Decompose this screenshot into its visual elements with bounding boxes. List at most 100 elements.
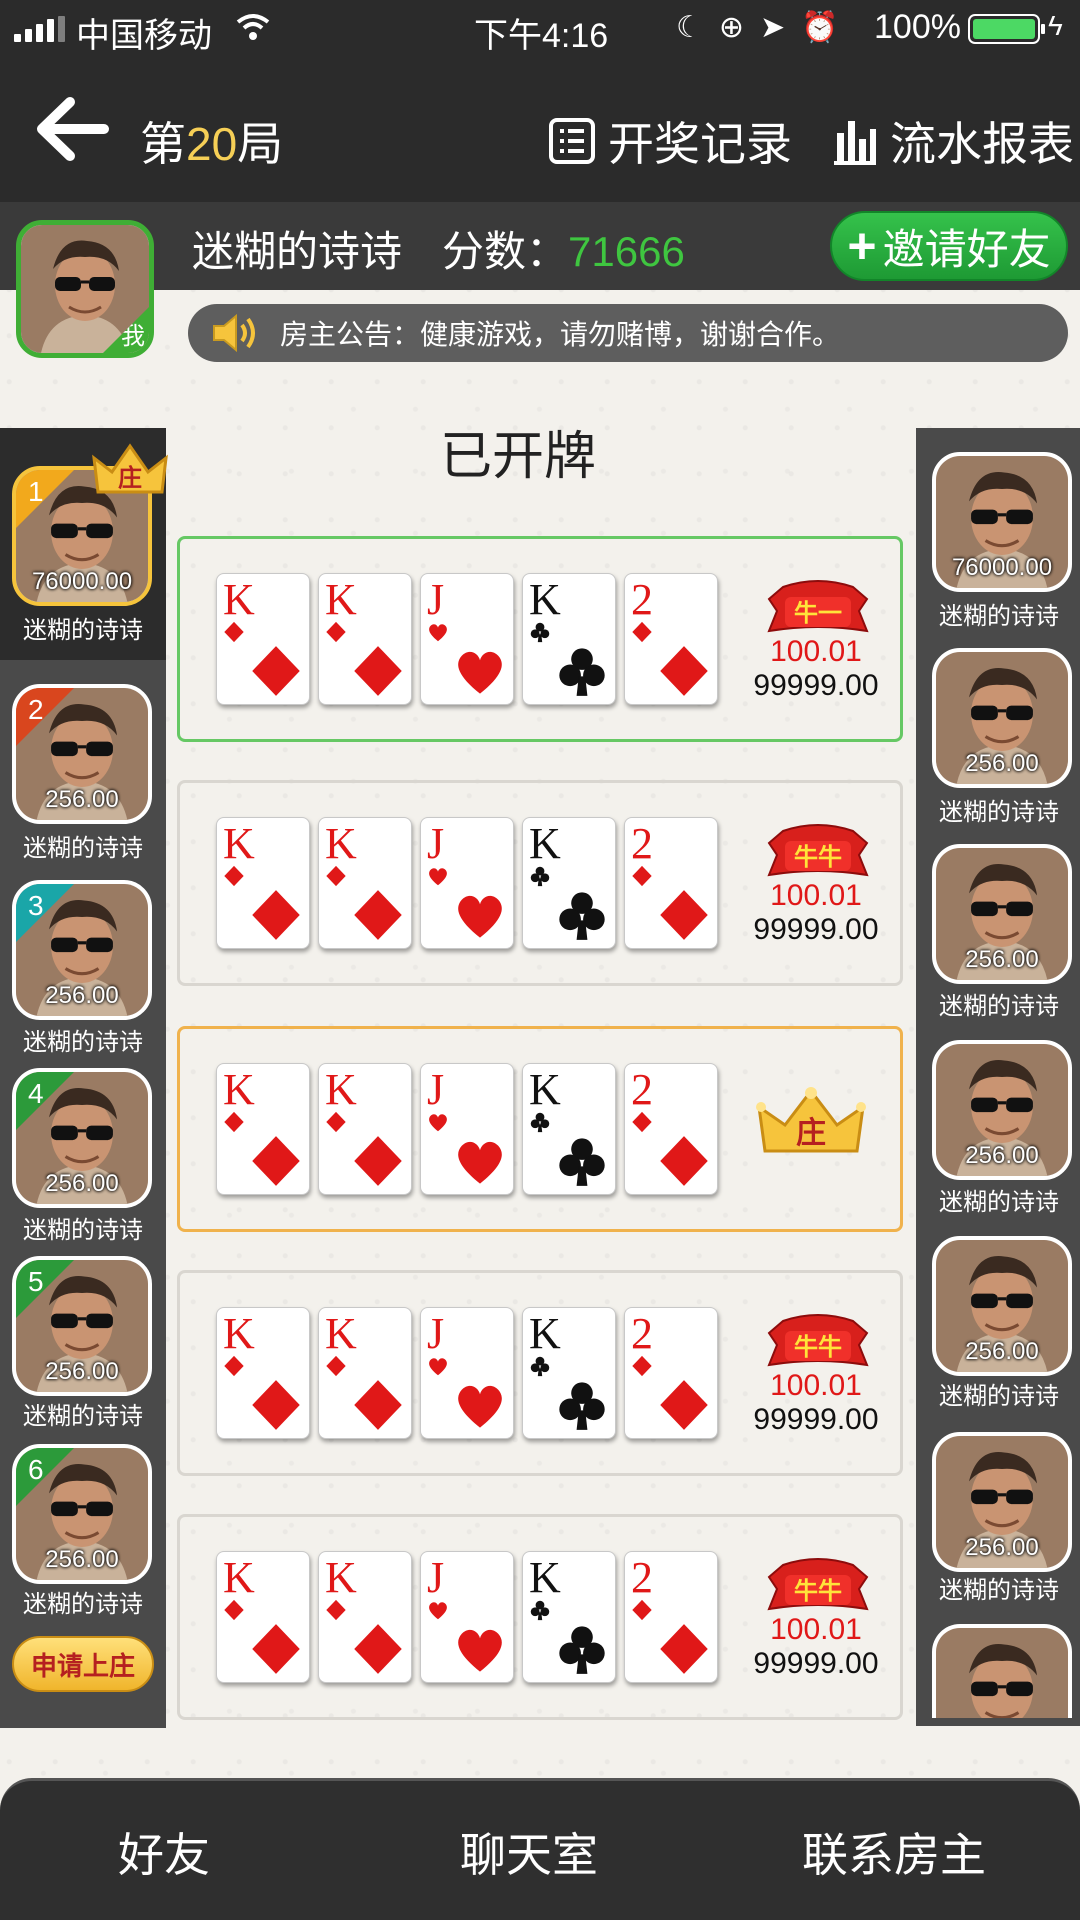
- diamond-suit-large-icon: [252, 1380, 300, 1430]
- right-seat-avatar[interactable]: [932, 1624, 1072, 1718]
- invite-friends-button[interactable]: + 邀请好友: [830, 211, 1068, 281]
- diamond-suit-small-icon: [326, 865, 346, 887]
- club-suit-large-icon: [559, 1382, 605, 1430]
- playing-card[interactable]: K: [522, 817, 616, 949]
- heart-suit-large-icon: [458, 1141, 502, 1184]
- round-title: 第20局: [140, 108, 283, 174]
- left-seat-name: 迷糊的诗诗: [23, 617, 143, 644]
- playing-card[interactable]: K: [216, 573, 310, 705]
- seat-amount: 256.00: [965, 1338, 1039, 1365]
- playing-card[interactable]: K: [318, 817, 412, 949]
- right-seat-avatar[interactable]: 256.00: [932, 844, 1072, 984]
- hand-rate: 100.01: [770, 1369, 862, 1402]
- card-rank: K: [223, 575, 255, 624]
- banker-crown-icon: 庄: [92, 443, 168, 494]
- heart-suit-small-icon: [429, 1602, 447, 1620]
- playing-card[interactable]: K: [318, 1063, 412, 1195]
- report-button[interactable]: 流水报表: [832, 108, 1074, 174]
- playing-card[interactable]: K: [216, 1551, 310, 1683]
- card-rank: 2: [631, 1553, 653, 1602]
- playing-card[interactable]: 2: [624, 1551, 718, 1683]
- playing-card[interactable]: 2: [624, 573, 718, 705]
- top-bar: 第20局 开奖记录 流水报表: [0, 56, 1080, 202]
- left-seat-name: 迷糊的诗诗: [23, 1217, 143, 1244]
- heart-suit-small-icon: [429, 624, 447, 642]
- left-seat-name: 迷糊的诗诗: [23, 1591, 143, 1618]
- playing-card[interactable]: K: [216, 817, 310, 949]
- playing-card[interactable]: K: [522, 1551, 616, 1683]
- playing-card[interactable]: 2: [624, 1063, 718, 1195]
- app-root: 中国移动 下午4:16 ☾ ⊕ ➤ ⏰ 100% ϟ 第20局 开奖记录 流水报…: [0, 0, 1080, 1920]
- heart-suit-large-icon: [458, 651, 502, 694]
- diamond-suit-large-icon: [660, 1136, 708, 1186]
- right-seat-avatar[interactable]: 76000.00: [932, 452, 1072, 592]
- playing-card[interactable]: 2: [624, 817, 718, 949]
- seat-amount: 256.00: [965, 1534, 1039, 1561]
- playing-card[interactable]: J: [420, 1307, 514, 1439]
- playing-card[interactable]: K: [216, 1307, 310, 1439]
- invite-label: 邀请好友: [882, 225, 1051, 273]
- card-rank: K: [529, 575, 561, 624]
- seat-amount: 76000.00: [31, 568, 133, 595]
- diamond-suit-large-icon: [354, 1624, 402, 1674]
- status-bar: 中国移动 下午4:16 ☾ ⊕ ➤ ⏰ 100% ϟ: [0, 0, 1080, 56]
- diamond-suit-small-icon: [224, 865, 244, 887]
- seat-amount: 256.00: [45, 1170, 119, 1197]
- history-button[interactable]: 开奖记录: [548, 108, 792, 174]
- diamond-suit-small-icon: [326, 1355, 346, 1377]
- card-rank: K: [223, 1309, 255, 1358]
- heart-suit-large-icon: [458, 1385, 502, 1428]
- diamond-suit-large-icon: [660, 1624, 708, 1674]
- playing-card[interactable]: 2: [624, 1307, 718, 1439]
- left-seat-name: 迷糊的诗诗: [23, 1403, 143, 1430]
- my-avatar[interactable]: 我: [16, 220, 154, 358]
- right-seat-avatar[interactable]: 256.00: [932, 1040, 1072, 1180]
- diamond-suit-small-icon: [632, 1599, 652, 1621]
- nav-chat-room[interactable]: 聊天室: [460, 1819, 598, 1885]
- playing-card[interactable]: K: [318, 1307, 412, 1439]
- card-rank: J: [427, 1309, 445, 1358]
- playing-card[interactable]: J: [420, 573, 514, 705]
- left-seat-avatar[interactable]: 6 256.00: [12, 1444, 152, 1584]
- card-rank: 2: [631, 1065, 653, 1114]
- apply-banker-button[interactable]: 申请上庄: [12, 1636, 154, 1692]
- nav-contact-host[interactable]: 联系房主: [802, 1819, 986, 1885]
- playing-card[interactable]: K: [522, 1063, 616, 1195]
- left-seat-avatar[interactable]: 3 256.00: [12, 880, 152, 1020]
- playing-card[interactable]: K: [216, 1063, 310, 1195]
- playing-card[interactable]: J: [420, 1551, 514, 1683]
- plus-icon: +: [847, 218, 877, 274]
- playing-card[interactable]: J: [420, 1063, 514, 1195]
- club-suit-large-icon: [559, 1138, 605, 1186]
- nav-friends[interactable]: 好友: [118, 1819, 210, 1885]
- card-rank: 2: [631, 575, 653, 624]
- charging-icon: ϟ: [1048, 10, 1063, 41]
- playing-card[interactable]: J: [420, 817, 514, 949]
- right-seat-name: 迷糊的诗诗: [939, 993, 1059, 1020]
- playing-card[interactable]: K: [318, 1551, 412, 1683]
- right-seat-avatar[interactable]: 256.00: [932, 1236, 1072, 1376]
- moon-icon: ☾: [676, 11, 703, 44]
- report-label: 流水报表: [890, 118, 1074, 170]
- playing-card[interactable]: K: [522, 1307, 616, 1439]
- player-hand-row: K K J K 2 牛牛 100.01 99999.00: [177, 780, 903, 986]
- diamond-suit-small-icon: [326, 1599, 346, 1621]
- announcement-bar: 房主公告：健康游戏，请勿赌博，谢谢合作。: [188, 304, 1068, 362]
- playing-card[interactable]: K: [522, 573, 616, 705]
- right-seat-avatar[interactable]: 256.00: [932, 1432, 1072, 1572]
- left-seat-avatar[interactable]: 2 256.00: [12, 684, 152, 824]
- seat-amount: 256.00: [45, 1358, 119, 1385]
- card-rank: 2: [631, 819, 653, 868]
- left-seat-avatar[interactable]: 4 256.00: [12, 1068, 152, 1208]
- playing-card[interactable]: K: [318, 573, 412, 705]
- card-rank: K: [529, 1065, 561, 1114]
- user-name: 迷糊的诗诗: [192, 228, 403, 275]
- club-suit-small-icon: [530, 866, 550, 887]
- right-seat-avatar[interactable]: 256.00: [932, 648, 1072, 788]
- left-seat-avatar[interactable]: 5 256.00: [12, 1256, 152, 1396]
- club-suit-large-icon: [559, 1626, 605, 1674]
- back-arrow-icon[interactable]: [30, 94, 110, 164]
- right-seat-name: 迷糊的诗诗: [939, 1577, 1059, 1604]
- diamond-suit-large-icon: [660, 890, 708, 940]
- heart-suit-small-icon: [429, 868, 447, 886]
